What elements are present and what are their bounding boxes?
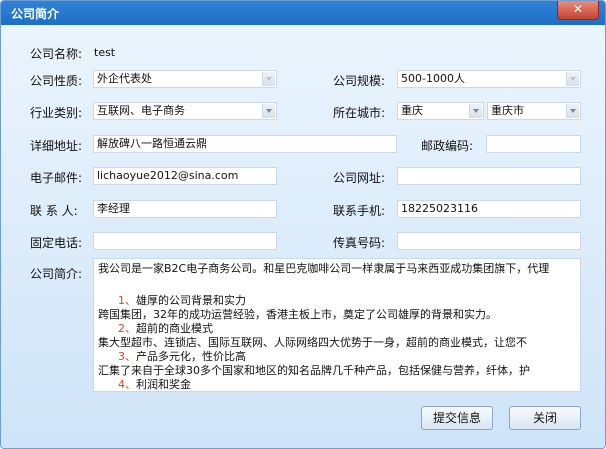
intro-line: 集大型超市、连锁店、国际互联网、人际网络四大优势于一身，超前的商业模式，让您不 (98, 336, 527, 349)
industry-label: 行业类别: (30, 106, 83, 120)
intro-line: 汇集了来自于全球30多个国家和地区的知名品牌几千种产品，包括保健与营养，纤体，护 (98, 364, 530, 377)
address-value: 解放碑八一路恒通云鼎 (97, 137, 207, 150)
mobile-input[interactable]: 18225023116 (397, 200, 581, 218)
intro-line: 3、产品多元化，性价比高 (118, 350, 246, 363)
company-size-label: 公司规模: (333, 74, 386, 88)
city-select[interactable]: 重庆市 (487, 102, 581, 120)
chevron-down-icon[interactable] (566, 104, 579, 118)
chevron-down-icon[interactable] (262, 72, 275, 86)
chevron-down-icon[interactable] (566, 72, 579, 86)
title-bar[interactable]: 公司简介 ✕ (1, 1, 605, 25)
intro-label: 公司简介: (30, 267, 83, 281)
fax-label: 传真号码: (333, 236, 386, 250)
window-close-button[interactable]: ✕ (557, 1, 599, 20)
chevron-down-icon[interactable] (469, 104, 482, 118)
intro-line: 1、雄厚的公司背景和实力 (118, 294, 246, 307)
company-name-value: test (94, 46, 116, 59)
province-value: 重庆 (401, 104, 423, 117)
phone-input[interactable] (93, 232, 277, 250)
email-value: lichaoyue2012@sina.com (97, 169, 239, 182)
intro-textarea[interactable]: 我公司是一家B2C电子商务公司。和星巴克咖啡公司一样隶属于马来西亚成功集团旗下，… (93, 258, 581, 392)
industry-value: 互联网、电子商务 (97, 104, 185, 117)
mobile-value: 18225023116 (401, 202, 478, 215)
city-label: 所在城市: (333, 106, 386, 120)
contact-value: 李经理 (97, 202, 130, 215)
close-button[interactable]: 关闭 (509, 406, 581, 430)
dialog-body: 公司名称: test 公司性质: 外企代表处 公司规模: 500-1000人 行… (1, 25, 605, 448)
email-input[interactable]: lichaoyue2012@sina.com (93, 167, 277, 185)
province-select[interactable]: 重庆 (397, 102, 484, 120)
contact-input[interactable]: 李经理 (93, 200, 277, 218)
window-title: 公司简介 (11, 7, 60, 21)
submit-button[interactable]: 提交信息 (421, 406, 493, 430)
phone-label: 固定电话: (30, 236, 83, 250)
address-input[interactable]: 解放碑八一路恒通云鼎 (93, 135, 397, 153)
email-label: 电子邮件: (30, 171, 83, 185)
postcode-label: 邮政编码: (421, 139, 474, 153)
company-name-label: 公司名称: (30, 47, 83, 61)
company-size-select[interactable]: 500-1000人 (397, 70, 581, 88)
postcode-input[interactable] (486, 135, 581, 153)
company-type-value: 外企代表处 (97, 72, 152, 85)
contact-label: 联 系 人: (30, 204, 78, 218)
intro-line: 4、利润和奖金 (118, 378, 191, 391)
company-type-label: 公司性质: (30, 74, 83, 88)
city-value: 重庆市 (491, 104, 524, 117)
intro-line: 2、超前的商业模式 (118, 322, 213, 335)
chevron-down-icon[interactable] (262, 104, 275, 118)
website-input[interactable] (397, 167, 581, 185)
fax-input[interactable] (397, 232, 581, 250)
industry-select[interactable]: 互联网、电子商务 (93, 102, 277, 120)
mobile-label: 联系手机: (333, 204, 386, 218)
intro-line: 跨国集团，32年的成功运营经验，香港主板上市，奠定了公司雄厚的背景和实力。 (98, 308, 497, 321)
company-type-select[interactable]: 外企代表处 (93, 70, 277, 88)
address-label: 详细地址: (30, 139, 83, 153)
website-label: 公司网址: (333, 171, 386, 185)
intro-line: 我公司是一家B2C电子商务公司。和星巴克咖啡公司一样隶属于马来西亚成功集团旗下，… (98, 262, 550, 275)
company-intro-dialog: 公司简介 ✕ 公司名称: test 公司性质: 外企代表处 公司规模: 500-… (0, 0, 606, 449)
company-size-value: 500-1000人 (401, 72, 465, 85)
close-icon: ✕ (572, 2, 584, 16)
